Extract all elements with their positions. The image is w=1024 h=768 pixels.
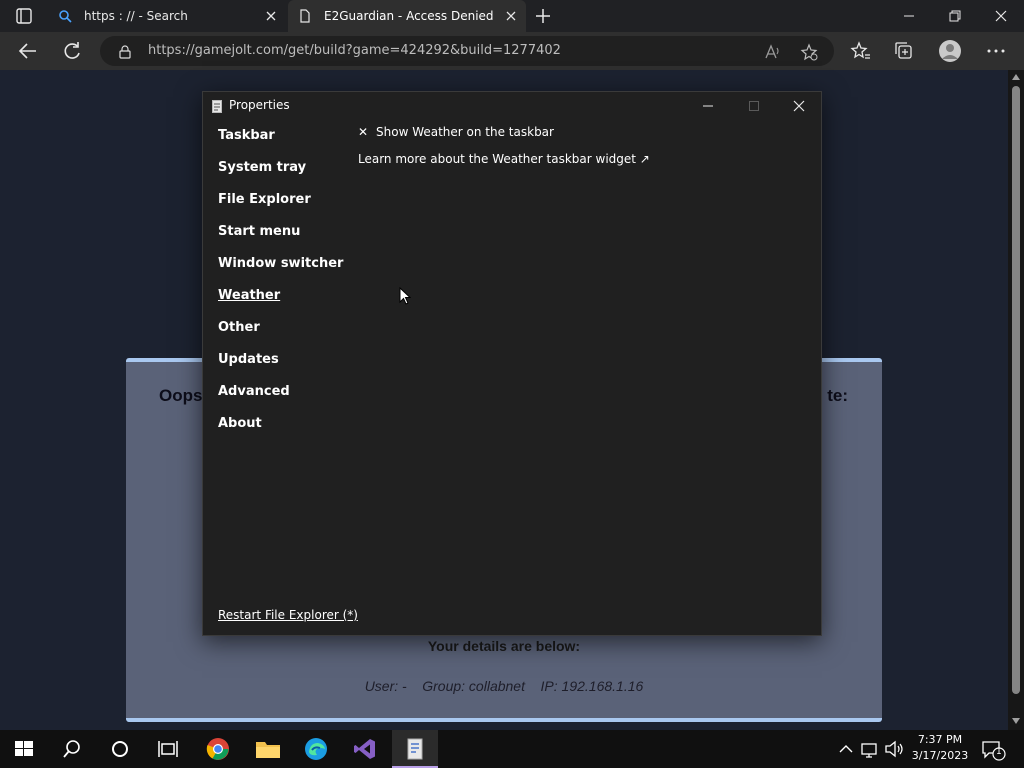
scrollbar-thumb[interactable] <box>1012 86 1020 694</box>
tab-actions-icon[interactable] <box>14 6 34 26</box>
new-tab-icon[interactable] <box>534 7 552 25</box>
collections-icon[interactable] <box>892 39 916 63</box>
sidebar-item-system-tray[interactable]: System tray <box>218 160 306 175</box>
sidebar-item-start-menu[interactable]: Start menu <box>218 224 300 239</box>
tab-search[interactable]: https : // - Search <box>48 0 286 32</box>
sidebar-item-weather[interactable]: Weather <box>218 288 280 303</box>
minimize-icon[interactable] <box>886 0 932 32</box>
taskbar-search-icon[interactable] <box>60 737 84 761</box>
windows-start-icon[interactable] <box>12 737 36 761</box>
task-view-icon[interactable] <box>156 737 180 761</box>
address-bar[interactable]: https://gamejolt.com/get/build?game=4242… <box>100 36 834 66</box>
refresh-icon[interactable] <box>60 39 84 63</box>
details-title: Your details are below: <box>427 638 581 654</box>
notification-count: 1 <box>996 747 1002 757</box>
favorites-icon[interactable] <box>848 39 872 63</box>
windows-taskbar: 7:37 PM 3/17/2023 1 <box>0 730 1024 768</box>
system-clock[interactable]: 7:37 PM 3/17/2023 <box>908 732 972 764</box>
page-scrollbar[interactable] <box>1008 70 1024 730</box>
sidebar-item-about[interactable]: About <box>218 416 262 431</box>
close-tab-icon[interactable] <box>264 9 278 23</box>
card-heading-right: te: <box>827 386 848 405</box>
network-icon[interactable] <box>860 737 884 761</box>
card-heading-left: Oops <box>159 386 203 405</box>
dialog-minimize-icon[interactable] <box>685 92 731 120</box>
volume-icon[interactable] <box>884 737 908 761</box>
properties-app-icon <box>212 98 222 113</box>
show-weather-option[interactable]: ✕ Show Weather on the taskbar <box>358 125 554 139</box>
lock-icon[interactable] <box>118 44 132 59</box>
cortana-icon[interactable] <box>108 737 132 761</box>
properties-app-icon[interactable] <box>403 737 427 761</box>
browser-toolbar: https://gamejolt.com/get/build?game=4242… <box>0 32 1024 70</box>
page-icon <box>298 9 312 23</box>
tab-access-denied[interactable]: E2Guardian - Access Denied <box>288 0 526 32</box>
tab-label: E2Guardian - Access Denied <box>324 9 494 23</box>
dialog-close-icon[interactable] <box>776 92 822 120</box>
learn-more-link[interactable]: Learn more about the Weather taskbar wid… <box>358 152 650 166</box>
dialog-maximize-icon <box>731 92 777 120</box>
more-options-icon[interactable] <box>984 39 1008 63</box>
add-favorite-icon[interactable] <box>800 43 818 61</box>
sidebar-item-taskbar[interactable]: Taskbar <box>218 128 275 143</box>
sidebar-item-window-switcher[interactable]: Window switcher <box>218 256 343 271</box>
visual-studio-icon[interactable] <box>353 737 377 761</box>
restart-file-explorer-link[interactable]: Restart File Explorer (*) <box>218 608 358 622</box>
edge-icon[interactable] <box>304 737 328 761</box>
sidebar-item-other[interactable]: Other <box>218 320 260 335</box>
show-weather-label[interactable]: Show Weather on the taskbar <box>376 125 554 139</box>
show-hidden-icons-icon[interactable] <box>838 737 862 761</box>
clock-time: 7:37 PM <box>917 733 963 746</box>
close-tab-icon[interactable] <box>504 9 518 23</box>
properties-dialog: Properties Taskbar System tray File Expl… <box>202 91 822 636</box>
chrome-icon[interactable] <box>206 737 230 761</box>
details-line: User: - Group: collabnet IP: 192.168.1.1… <box>364 678 644 694</box>
tab-label: https : // - Search <box>84 9 188 23</box>
clock-date: 3/17/2023 <box>911 749 969 762</box>
scroll-up-icon[interactable] <box>1012 74 1020 80</box>
back-arrow-icon[interactable] <box>16 39 40 63</box>
browser-tab-strip: https : // - Search E2Guardian - Access … <box>0 0 1024 32</box>
url-text[interactable]: https://gamejolt.com/get/build?game=4242… <box>148 43 561 58</box>
search-icon <box>58 9 72 23</box>
mouse-cursor-icon <box>399 286 412 305</box>
file-explorer-icon[interactable] <box>255 737 280 761</box>
sidebar-item-file-explorer[interactable]: File Explorer <box>218 192 311 207</box>
option-checkmark-icon[interactable]: ✕ <box>358 125 370 139</box>
sidebar-item-updates[interactable]: Updates <box>218 352 279 367</box>
dialog-title: Properties <box>229 98 290 112</box>
notifications-icon[interactable]: 1 <box>980 737 1006 761</box>
sidebar-item-advanced[interactable]: Advanced <box>218 384 290 399</box>
restore-icon[interactable] <box>932 0 978 32</box>
read-aloud-icon[interactable] <box>764 43 782 61</box>
close-window-icon[interactable] <box>978 0 1024 32</box>
profile-avatar-icon[interactable] <box>938 39 962 63</box>
scroll-down-icon[interactable] <box>1012 718 1020 724</box>
